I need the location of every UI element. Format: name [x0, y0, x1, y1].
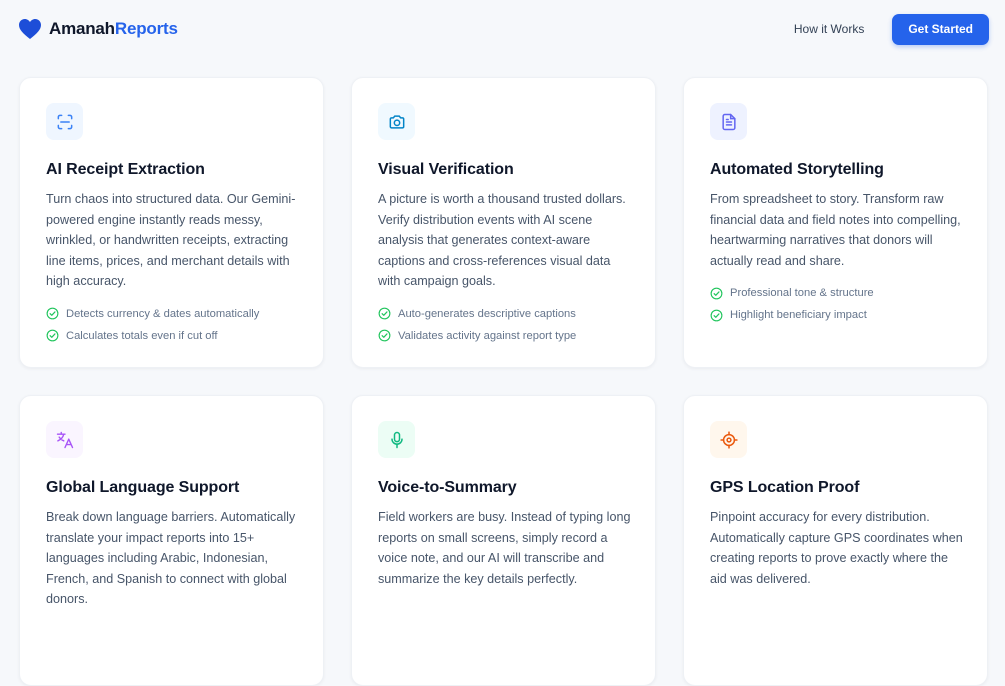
feature-text: Validates activity against report type — [398, 329, 577, 342]
feature-item: Calculates totals even if cut off — [46, 325, 297, 347]
document-icon — [721, 113, 736, 130]
feature-card: Global Language Support Break down langua… — [19, 395, 324, 686]
get-started-button[interactable]: Get Started — [892, 13, 989, 45]
feature-icon-box — [46, 421, 83, 458]
feature-text: Calculates totals even if cut off — [66, 329, 218, 342]
card-title: GPS Location Proof — [710, 479, 860, 496]
brand-logo[interactable]: AmanahReports — [18, 18, 178, 40]
feature-text: Professional tone & structure — [730, 287, 874, 300]
feature-item: Highlight beneficiary impact — [710, 304, 961, 326]
brand-name: AmanahReports — [49, 19, 178, 39]
feature-list: Auto-generates descriptive captions Valid… — [378, 303, 629, 347]
feature-icon-box — [710, 421, 747, 458]
crosshair-icon — [719, 430, 738, 449]
scan-icon — [57, 114, 72, 129]
card-description: Break down language barriers. Automatica… — [46, 510, 296, 607]
feature-card: Voice-to-Summary Field workers are busy. … — [351, 395, 656, 686]
feature-card: Automated Storytelling From spreadsheet t… — [683, 77, 988, 368]
feature-card: AI Receipt Extraction Turn chaos into str… — [19, 77, 324, 368]
card-description: Turn chaos into structured data. Our Gem… — [46, 192, 296, 289]
card-title: Global Language Support — [46, 479, 240, 496]
feature-text: Auto-generates descriptive captions — [398, 307, 576, 320]
feature-icon-box — [46, 103, 83, 140]
feature-text: Highlight beneficiary impact — [730, 309, 867, 322]
main-nav: How it Works Get Started — [794, 13, 989, 45]
feature-list: Professional tone & structure Highlight b… — [710, 282, 961, 326]
feature-item: Auto-generates descriptive captions — [378, 303, 629, 325]
site-header: AmanahReports How it Works Get Started — [0, 0, 1005, 58]
feature-icon-box — [710, 103, 747, 140]
check-circle-icon — [378, 330, 391, 342]
card-title: Automated Storytelling — [710, 161, 884, 178]
feature-item: Professional tone & structure — [710, 282, 961, 304]
feature-card: GPS Location Proof Pinpoint accuracy for … — [683, 395, 988, 686]
card-description: Pinpoint accuracy for every distribution… — [710, 510, 963, 586]
card-description: A picture is worth a thousand trusted do… — [378, 192, 626, 289]
feature-icon-box — [378, 103, 415, 140]
feature-list: Detects currency & dates automatically Ca… — [46, 303, 297, 347]
card-description: From spreadsheet to story. Transform raw… — [710, 192, 961, 268]
check-circle-icon — [378, 308, 391, 320]
feature-item: Validates activity against report type — [378, 325, 629, 347]
check-circle-icon — [46, 308, 59, 320]
card-title: Visual Verification — [378, 161, 514, 178]
check-circle-icon — [710, 287, 723, 300]
microphone-icon — [390, 431, 403, 448]
card-title: Voice-to-Summary — [378, 479, 517, 496]
brand-name-primary: Amanah — [49, 19, 115, 38]
check-circle-icon — [46, 330, 59, 342]
camera-icon — [389, 114, 404, 129]
card-description: Field workers are busy. Instead of typin… — [378, 510, 631, 586]
feature-icon-box — [378, 421, 415, 458]
feature-item: Detects currency & dates automatically — [46, 303, 297, 325]
heart-icon — [19, 19, 41, 39]
brand-name-accent: Reports — [114, 19, 178, 38]
feature-card: Visual Verification A picture is worth a … — [351, 77, 656, 368]
card-title: AI Receipt Extraction — [46, 161, 205, 178]
check-circle-icon — [710, 309, 723, 322]
nav-how-it-works-link[interactable]: How it Works — [794, 22, 864, 36]
feature-text: Detects currency & dates automatically — [66, 307, 260, 320]
translate-icon — [56, 431, 73, 448]
